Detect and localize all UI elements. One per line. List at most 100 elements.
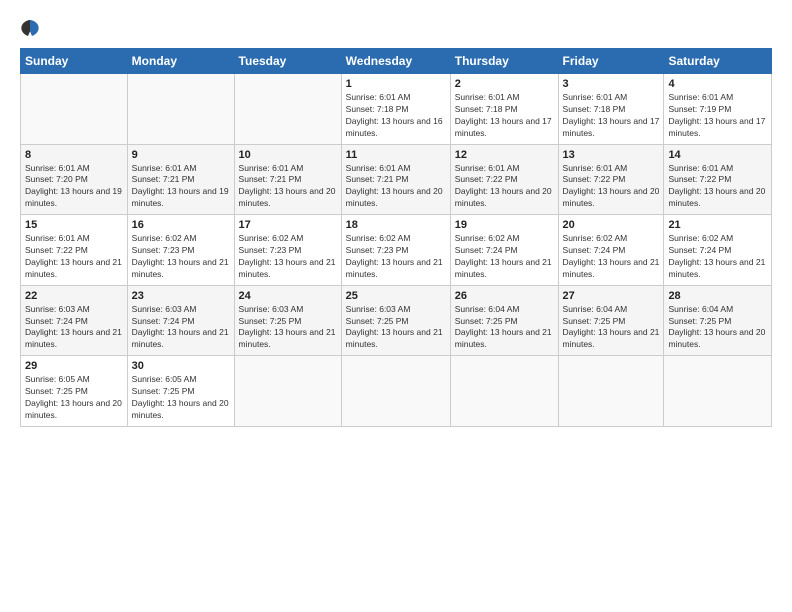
- calendar-day-cell: 18 Sunrise: 6:02 AMSunset: 7:23 PMDaylig…: [341, 215, 450, 286]
- calendar-day-cell: 8 Sunrise: 6:01 AMSunset: 7:20 PMDayligh…: [21, 144, 128, 215]
- calendar-day-cell: 10 Sunrise: 6:01 AMSunset: 7:21 PMDaylig…: [234, 144, 341, 215]
- calendar-day-cell: 3 Sunrise: 6:01 AMSunset: 7:18 PMDayligh…: [558, 74, 664, 145]
- day-number: 8: [25, 149, 123, 161]
- day-info: Sunrise: 6:01 AMSunset: 7:21 PMDaylight:…: [346, 163, 446, 211]
- calendar-day-cell: 16 Sunrise: 6:02 AMSunset: 7:23 PMDaylig…: [127, 215, 234, 286]
- calendar-day-cell: 14 Sunrise: 6:01 AMSunset: 7:22 PMDaylig…: [664, 144, 772, 215]
- calendar-week-row: 15 Sunrise: 6:01 AMSunset: 7:22 PMDaylig…: [21, 215, 772, 286]
- calendar-day-cell: 23 Sunrise: 6:03 AMSunset: 7:24 PMDaylig…: [127, 285, 234, 356]
- calendar-header-cell: Sunday: [21, 49, 128, 74]
- day-number: 25: [346, 290, 446, 302]
- calendar-day-cell: 4 Sunrise: 6:01 AMSunset: 7:19 PMDayligh…: [664, 74, 772, 145]
- day-info: Sunrise: 6:01 AMSunset: 7:18 PMDaylight:…: [346, 92, 446, 140]
- calendar-day-cell: [127, 74, 234, 145]
- calendar-week-row: 29 Sunrise: 6:05 AMSunset: 7:25 PMDaylig…: [21, 356, 772, 427]
- day-number: 2: [455, 78, 554, 90]
- calendar-day-cell: 27 Sunrise: 6:04 AMSunset: 7:25 PMDaylig…: [558, 285, 664, 356]
- day-number: 11: [346, 149, 446, 161]
- day-number: 24: [239, 290, 337, 302]
- day-info: Sunrise: 6:01 AMSunset: 7:19 PMDaylight:…: [668, 92, 767, 140]
- day-info: Sunrise: 6:01 AMSunset: 7:18 PMDaylight:…: [563, 92, 660, 140]
- calendar-day-cell: [234, 356, 341, 427]
- day-info: Sunrise: 6:01 AMSunset: 7:21 PMDaylight:…: [132, 163, 230, 211]
- day-number: 29: [25, 360, 123, 372]
- day-number: 27: [563, 290, 660, 302]
- calendar-day-cell: 24 Sunrise: 6:03 AMSunset: 7:25 PMDaylig…: [234, 285, 341, 356]
- calendar-day-cell: 25 Sunrise: 6:03 AMSunset: 7:25 PMDaylig…: [341, 285, 450, 356]
- day-info: Sunrise: 6:01 AMSunset: 7:22 PMDaylight:…: [668, 163, 767, 211]
- calendar-header-cell: Saturday: [664, 49, 772, 74]
- day-info: Sunrise: 6:02 AMSunset: 7:23 PMDaylight:…: [132, 233, 230, 281]
- calendar-day-cell: [450, 356, 558, 427]
- day-number: 18: [346, 219, 446, 231]
- calendar-day-cell: 30 Sunrise: 6:05 AMSunset: 7:25 PMDaylig…: [127, 356, 234, 427]
- page: SundayMondayTuesdayWednesdayThursdayFrid…: [0, 0, 792, 612]
- day-info: Sunrise: 6:03 AMSunset: 7:24 PMDaylight:…: [132, 304, 230, 352]
- calendar-day-cell: 2 Sunrise: 6:01 AMSunset: 7:18 PMDayligh…: [450, 74, 558, 145]
- day-number: 12: [455, 149, 554, 161]
- calendar-day-cell: 11 Sunrise: 6:01 AMSunset: 7:21 PMDaylig…: [341, 144, 450, 215]
- logo-icon: [20, 18, 40, 38]
- calendar-day-cell: 12 Sunrise: 6:01 AMSunset: 7:22 PMDaylig…: [450, 144, 558, 215]
- day-info: Sunrise: 6:03 AMSunset: 7:25 PMDaylight:…: [346, 304, 446, 352]
- day-number: 20: [563, 219, 660, 231]
- calendar-day-cell: 15 Sunrise: 6:01 AMSunset: 7:22 PMDaylig…: [21, 215, 128, 286]
- day-number: 15: [25, 219, 123, 231]
- day-number: 14: [668, 149, 767, 161]
- calendar-day-cell: 1 Sunrise: 6:01 AMSunset: 7:18 PMDayligh…: [341, 74, 450, 145]
- calendar-header-cell: Thursday: [450, 49, 558, 74]
- day-info: Sunrise: 6:04 AMSunset: 7:25 PMDaylight:…: [563, 304, 660, 352]
- calendar-day-cell: 13 Sunrise: 6:01 AMSunset: 7:22 PMDaylig…: [558, 144, 664, 215]
- calendar-week-row: 8 Sunrise: 6:01 AMSunset: 7:20 PMDayligh…: [21, 144, 772, 215]
- calendar-day-cell: 19 Sunrise: 6:02 AMSunset: 7:24 PMDaylig…: [450, 215, 558, 286]
- calendar-header-cell: Friday: [558, 49, 664, 74]
- day-number: 16: [132, 219, 230, 231]
- day-number: 9: [132, 149, 230, 161]
- calendar-day-cell: [558, 356, 664, 427]
- calendar-day-cell: 9 Sunrise: 6:01 AMSunset: 7:21 PMDayligh…: [127, 144, 234, 215]
- day-number: 10: [239, 149, 337, 161]
- calendar-week-row: 22 Sunrise: 6:03 AMSunset: 7:24 PMDaylig…: [21, 285, 772, 356]
- day-number: 28: [668, 290, 767, 302]
- calendar-week-row: 1 Sunrise: 6:01 AMSunset: 7:18 PMDayligh…: [21, 74, 772, 145]
- day-info: Sunrise: 6:04 AMSunset: 7:25 PMDaylight:…: [668, 304, 767, 352]
- day-info: Sunrise: 6:05 AMSunset: 7:25 PMDaylight:…: [132, 374, 230, 422]
- calendar-day-cell: [664, 356, 772, 427]
- day-info: Sunrise: 6:01 AMSunset: 7:21 PMDaylight:…: [239, 163, 337, 211]
- day-number: 17: [239, 219, 337, 231]
- day-number: 4: [668, 78, 767, 90]
- day-info: Sunrise: 6:01 AMSunset: 7:18 PMDaylight:…: [455, 92, 554, 140]
- calendar-header-cell: Tuesday: [234, 49, 341, 74]
- calendar-day-cell: 21 Sunrise: 6:02 AMSunset: 7:24 PMDaylig…: [664, 215, 772, 286]
- day-number: 30: [132, 360, 230, 372]
- calendar-header-cell: Wednesday: [341, 49, 450, 74]
- header: [20, 18, 772, 38]
- calendar-header-cell: Monday: [127, 49, 234, 74]
- day-info: Sunrise: 6:02 AMSunset: 7:24 PMDaylight:…: [668, 233, 767, 281]
- calendar-table: SundayMondayTuesdayWednesdayThursdayFrid…: [20, 48, 772, 427]
- calendar-day-cell: 20 Sunrise: 6:02 AMSunset: 7:24 PMDaylig…: [558, 215, 664, 286]
- calendar-day-cell: 28 Sunrise: 6:04 AMSunset: 7:25 PMDaylig…: [664, 285, 772, 356]
- day-number: 23: [132, 290, 230, 302]
- day-info: Sunrise: 6:04 AMSunset: 7:25 PMDaylight:…: [455, 304, 554, 352]
- calendar-day-cell: 22 Sunrise: 6:03 AMSunset: 7:24 PMDaylig…: [21, 285, 128, 356]
- calendar-day-cell: 17 Sunrise: 6:02 AMSunset: 7:23 PMDaylig…: [234, 215, 341, 286]
- day-info: Sunrise: 6:01 AMSunset: 7:22 PMDaylight:…: [563, 163, 660, 211]
- day-info: Sunrise: 6:02 AMSunset: 7:23 PMDaylight:…: [239, 233, 337, 281]
- day-info: Sunrise: 6:01 AMSunset: 7:22 PMDaylight:…: [25, 233, 123, 281]
- day-info: Sunrise: 6:05 AMSunset: 7:25 PMDaylight:…: [25, 374, 123, 422]
- day-info: Sunrise: 6:03 AMSunset: 7:25 PMDaylight:…: [239, 304, 337, 352]
- calendar-day-cell: [21, 74, 128, 145]
- day-info: Sunrise: 6:01 AMSunset: 7:22 PMDaylight:…: [455, 163, 554, 211]
- calendar-day-cell: 26 Sunrise: 6:04 AMSunset: 7:25 PMDaylig…: [450, 285, 558, 356]
- day-number: 19: [455, 219, 554, 231]
- calendar-day-cell: 29 Sunrise: 6:05 AMSunset: 7:25 PMDaylig…: [21, 356, 128, 427]
- calendar-body: 1 Sunrise: 6:01 AMSunset: 7:18 PMDayligh…: [21, 74, 772, 427]
- day-info: Sunrise: 6:03 AMSunset: 7:24 PMDaylight:…: [25, 304, 123, 352]
- day-number: 21: [668, 219, 767, 231]
- day-info: Sunrise: 6:02 AMSunset: 7:23 PMDaylight:…: [346, 233, 446, 281]
- day-number: 26: [455, 290, 554, 302]
- day-info: Sunrise: 6:01 AMSunset: 7:20 PMDaylight:…: [25, 163, 123, 211]
- day-number: 22: [25, 290, 123, 302]
- calendar-day-cell: [341, 356, 450, 427]
